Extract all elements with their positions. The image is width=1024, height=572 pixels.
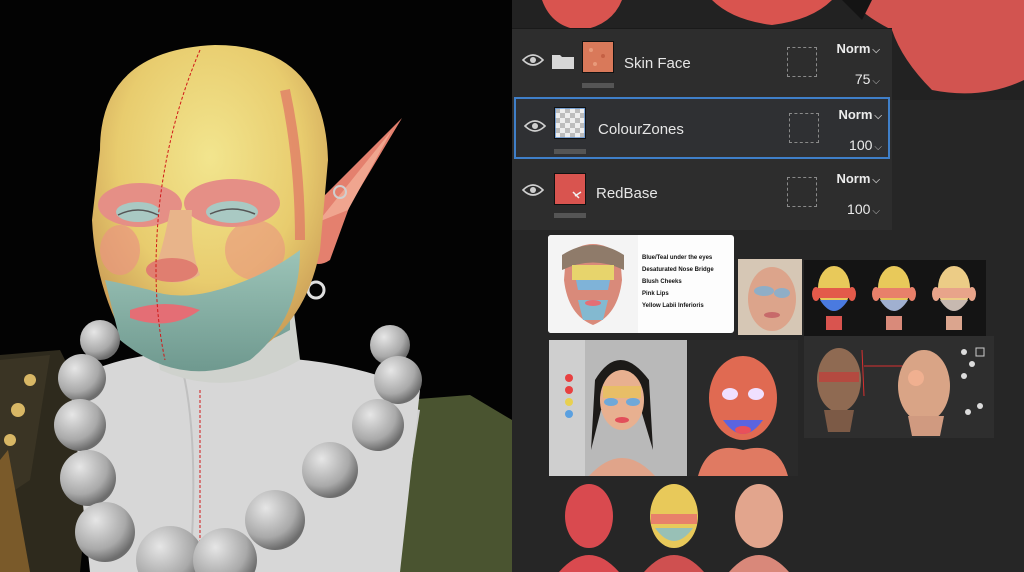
eye-icon[interactable] [522,183,544,197]
note-line: Yellow Labii Inferioris [642,303,704,309]
note-line: Blue/Teal under the eyes [642,255,713,261]
opacity-dropdown[interactable]: 100 ⌵ [830,137,882,153]
reference-annotation-sheet [804,336,994,438]
eye-icon[interactable] [522,53,544,67]
layer-mask-placeholder[interactable] [787,177,817,207]
layer-row-skin-face[interactable]: Skin Face Norm ⌵ 75 ⌵ [512,31,892,93]
blend-mode-value: Norm [836,41,871,56]
blend-mode-dropdown[interactable]: Norm ⌵ [828,171,880,186]
layer-thumbnail-bar [554,213,586,218]
chevron-down-icon: ⌵ [872,76,880,87]
blend-mode-dropdown[interactable]: Norm ⌵ [830,107,882,122]
right-panel: Blue/Teal under the eyes Desaturated Nos… [512,0,1024,572]
eye-icon[interactable] [524,119,546,133]
opacity-value: 100 [849,137,873,153]
blend-mode-dropdown[interactable]: Norm ⌵ [828,41,880,56]
blend-mode-value: Norm [836,171,871,186]
reference-three-heads [804,260,986,336]
layer-name: Skin Face [624,55,691,72]
opacity-dropdown[interactable]: 100 ⌵ [828,201,880,217]
layer-thumbnail [554,173,586,205]
layer-name: RedBase [596,185,658,202]
layer-row-redbase[interactable]: RedBase Norm ⌵ 100 ⌵ [512,163,892,225]
chevron-down-icon: ⌵ [872,206,880,217]
layers-panel: Skin Face Norm ⌵ 75 ⌵ ColourZones Norm ⌵… [512,28,892,230]
chevron-down-icon: ⌵ [872,45,880,56]
layer-thumbnail-bar [582,83,614,88]
chevron-down-icon: ⌵ [872,175,880,186]
opacity-value: 100 [847,201,871,217]
note-line: Blush Cheeks [642,279,682,285]
reference-head-colour-zones [688,340,798,476]
blend-mode-value: Norm [838,107,873,122]
chevron-down-icon: ⌵ [874,142,882,153]
layer-thumbnail [554,107,586,139]
reference-woman-portrait [549,340,687,476]
statue-head-image [548,235,638,333]
note-line: Desaturated Nose Bridge [642,267,714,273]
reference-three-busts [549,478,799,572]
reference-card-notes: Blue/Teal under the eyes Desaturated Nos… [548,235,734,333]
note-line: Pink Lips [642,291,669,297]
opacity-value: 75 [854,71,871,87]
layer-name: ColourZones [598,121,684,138]
folder-icon [552,55,574,69]
layer-thumbnail [582,41,614,73]
chevron-down-icon: ⌵ [874,111,882,122]
character-render [0,45,512,572]
3d-viewport[interactable] [0,0,512,572]
opacity-dropdown[interactable]: 75 ⌵ [828,71,880,87]
layer-thumbnail-bar [554,149,586,154]
reference-photo-face [738,259,802,335]
layer-mask-placeholder[interactable] [787,47,817,77]
layer-mask-placeholder[interactable] [789,113,819,143]
layer-row-colourzones[interactable]: ColourZones Norm ⌵ 100 ⌵ [514,97,890,159]
